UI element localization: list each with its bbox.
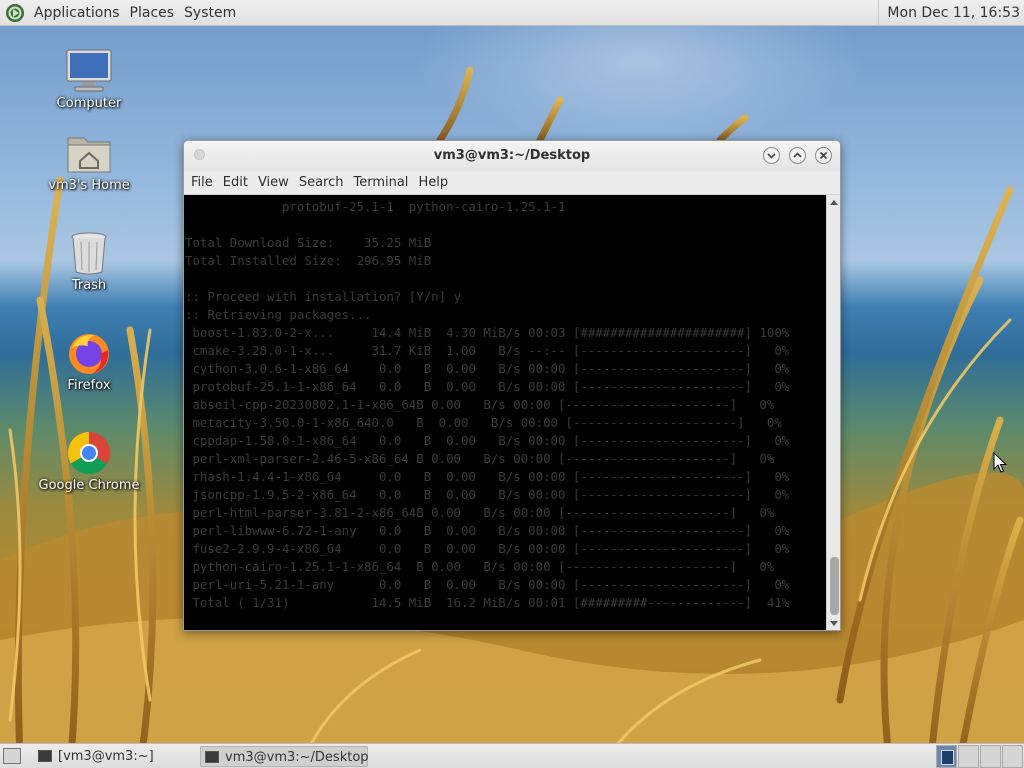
menu-view[interactable]: View — [253, 175, 294, 190]
terminal-line: fuse2-2.9.9-4-x86_64 0.0 B 0.00 B/s 00:0… — [185, 541, 790, 556]
terminal-output[interactable]: protobuf-25.1-1 python-cairo-1.25.1-1 To… — [184, 195, 826, 630]
mouse-pointer-icon — [993, 452, 1007, 473]
minimize-button[interactable] — [763, 147, 780, 164]
menu-file[interactable]: File — [186, 175, 218, 190]
scroll-down-icon[interactable] — [830, 621, 838, 626]
terminal-line: metacity-3.50.0-1-x86_640.0 B 0.00 B/s 0… — [185, 415, 782, 430]
terminal-line: cmake-3.28.0-1-x... 31.7 KiB 1.00 B/s --… — [185, 343, 790, 358]
scroll-up-icon[interactable] — [830, 200, 838, 205]
taskbar-item-home-terminal[interactable]: [vm3@vm3:~] — [34, 746, 160, 767]
desktop-icon-firefox[interactable]: Firefox — [34, 330, 144, 393]
scrollbar-thumb[interactable] — [830, 557, 839, 615]
desktop-icon-computer[interactable]: Computer — [34, 48, 144, 111]
terminal-line: protobuf-25.1-1-x86_64 0.0 B 0.00 B/s 00… — [185, 379, 790, 394]
menu-terminal[interactable]: Terminal — [348, 175, 413, 190]
terminal-line: Total Installed Size: 296.95 MiB — [185, 253, 432, 268]
bottom-panel: [vm3@vm3:~] vm3@vm3:~/Desktop — [0, 743, 1024, 768]
terminal-line: cython-3.0.6-1-x86_64 0.0 B 0.00 B/s 00:… — [185, 361, 790, 376]
chevron-down-icon — [767, 153, 776, 159]
window-titlebar[interactable]: vm3@vm3:~/Desktop — [184, 141, 840, 171]
window-menu-icon[interactable] — [194, 149, 205, 160]
terminal-line: abseil-cpp-20230802.1-1-x86_64B 0.00 B/s… — [185, 397, 775, 412]
desktop-icon-label: Computer — [56, 96, 122, 111]
maximize-button[interactable] — [789, 147, 806, 164]
chevron-up-icon — [793, 152, 802, 158]
applications-menu[interactable]: Applications — [29, 0, 125, 26]
desktop-icon-label: Trash — [71, 278, 107, 293]
workspace-2[interactable] — [958, 745, 979, 768]
terminal-line: Total Download Size: 35.25 MiB — [185, 235, 432, 250]
places-menu[interactable]: Places — [125, 0, 180, 26]
terminal-line: :: Proceed with installation? [Y/n] y — [185, 289, 462, 304]
workspace-4[interactable] — [1002, 745, 1023, 768]
desktop-icon-chrome[interactable]: Google Chrome — [34, 430, 144, 493]
terminal-line: jsoncpp-1.9.5-2-x86_64 0.0 B 0.00 B/s 00… — [185, 487, 790, 502]
desktop-icon-label: vm3's Home — [48, 178, 130, 193]
trash-icon — [71, 232, 107, 275]
top-panel: Applications Places System Mon Dec 11, 1… — [0, 0, 1024, 26]
terminal-line: Total ( 1/31) 14.5 MiB 16.2 MiB/s 00:01 … — [185, 595, 790, 610]
close-icon — [819, 151, 828, 160]
terminal-scrollbar[interactable] — [826, 195, 840, 630]
show-desktop-icon[interactable] — [3, 748, 21, 764]
workspace-3[interactable] — [980, 745, 1001, 768]
taskbar-item-label: vm3@vm3:~/Desktop — [225, 750, 369, 765]
terminal-line: cppdap-1.58.0-1-x86_64 0.0 B 0.00 B/s 00… — [185, 433, 790, 448]
distro-logo-icon[interactable] — [5, 3, 25, 23]
terminal-lines: protobuf-25.1-1 python-cairo-1.25.1-1 To… — [185, 198, 789, 612]
terminal-line: python-cairo-1.25.1-1-x86_64 B 0.00 B/s … — [185, 559, 775, 574]
terminal-icon — [205, 751, 219, 763]
terminal-icon — [38, 750, 52, 762]
home-folder-icon — [67, 137, 111, 173]
desktop-icon-home[interactable]: vm3's Home — [34, 130, 144, 193]
desktop-icon-label: Firefox — [67, 378, 111, 393]
close-button[interactable] — [815, 147, 832, 164]
desktop-icon-trash[interactable]: Trash — [34, 230, 144, 293]
terminal-line: rhash-1.4.4-1-x86_64 0.0 B 0.00 B/s 00:0… — [185, 469, 790, 484]
taskbar-item-desktop-terminal[interactable]: vm3@vm3:~/Desktop — [200, 746, 369, 767]
clock[interactable]: Mon Dec 11, 16:53 — [878, 0, 1020, 26]
terminal-line: boost-1.83.0-2-x... 14.4 MiB 4.30 MiB/s … — [185, 325, 790, 340]
terminal-menubar: File Edit View Search Terminal Help — [184, 171, 840, 195]
taskbar-item-label: [vm3@vm3:~] — [58, 749, 154, 764]
terminal-line: perl-xml-parser-2.46-5-x86_64 B 0.00 B/s… — [185, 451, 775, 466]
terminal-window[interactable]: vm3@vm3:~/Desktop File Edit View Search … — [183, 140, 841, 631]
firefox-icon — [69, 334, 109, 374]
workspace-1[interactable] — [936, 745, 957, 768]
menu-search[interactable]: Search — [294, 175, 349, 190]
computer-icon — [66, 49, 112, 92]
terminal-line: perl-uri-5.21-1-any 0.0 B 0.00 B/s 00:00… — [185, 577, 790, 592]
terminal-line: perl-html-parser-3.81-2-x86_64B 0.00 B/s… — [185, 505, 775, 520]
menu-edit[interactable]: Edit — [218, 175, 253, 190]
system-menu[interactable]: System — [179, 0, 241, 26]
terminal-line: :: Retrieving packages... — [185, 307, 372, 322]
chrome-icon — [67, 432, 111, 475]
terminal-line: protobuf-25.1-1 python-cairo-1.25.1-1 — [185, 199, 566, 214]
desktop-icon-label: Google Chrome — [38, 478, 140, 493]
menu-help[interactable]: Help — [413, 175, 453, 190]
terminal-line: perl-libwww-6.72-1-any 0.0 B 0.00 B/s 00… — [185, 523, 790, 538]
window-title: vm3@vm3:~/Desktop — [433, 148, 591, 163]
